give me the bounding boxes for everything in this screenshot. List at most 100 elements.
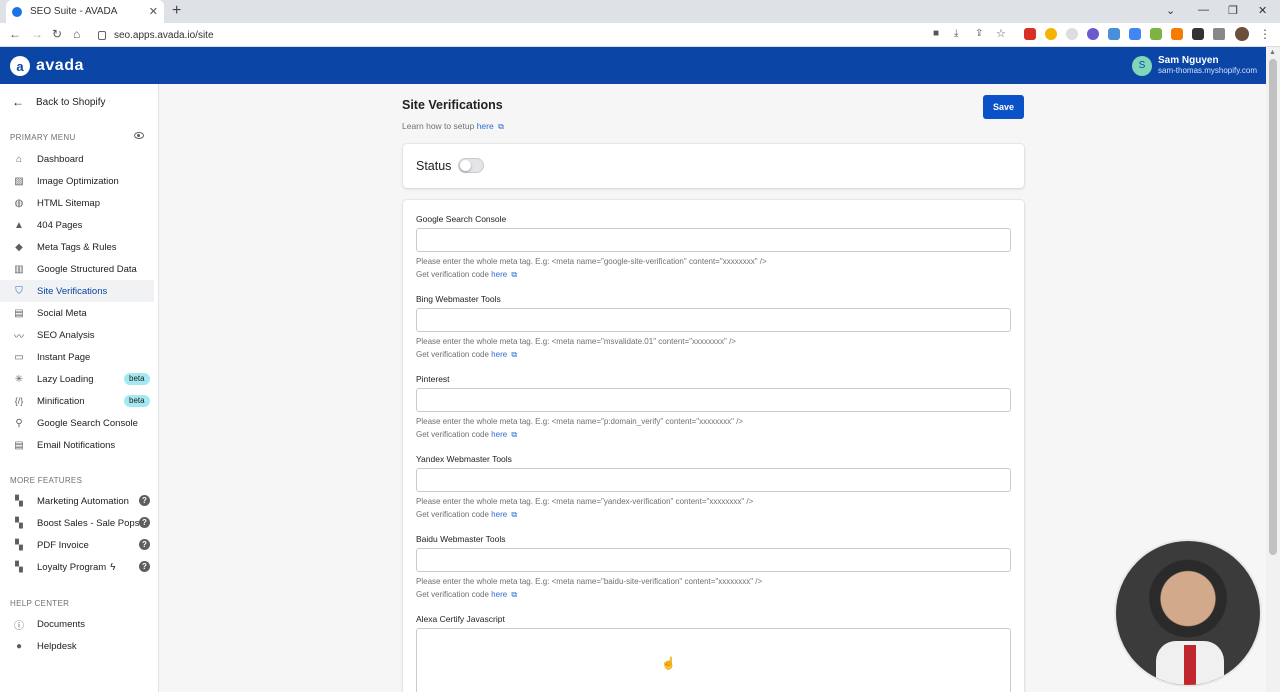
sidebar-item-label: Image Optimization	[37, 175, 119, 187]
logo-text: avada	[36, 57, 84, 74]
forward-arrow-icon[interactable]: →	[31, 27, 43, 41]
baidu-webmaster-label: Baidu Webmaster Tools	[416, 534, 506, 544]
alexa-certify-label: Alexa Certify Javascript	[416, 614, 505, 624]
help-icon[interactable]: ?	[139, 539, 150, 550]
sidebar-item-image-optimization[interactable]: ▨ Image Optimization	[0, 170, 154, 192]
home-icon: ⌂	[15, 153, 23, 165]
new-tab-icon[interactable]: +	[172, 3, 181, 19]
yandex-webmaster-input[interactable]	[416, 468, 1011, 492]
extension-dark-icon[interactable]	[1192, 28, 1204, 40]
webcam-tie	[1184, 645, 1196, 685]
sidebar-item-google-search-console[interactable]: ⚲ Google Search Console	[0, 412, 154, 434]
extension-gear-icon[interactable]	[1087, 28, 1099, 40]
extension-green-icon[interactable]	[1150, 28, 1162, 40]
sidebar-item-seo-analysis[interactable]: 〰 SEO Analysis	[0, 324, 154, 346]
help-icon[interactable]: ?	[139, 495, 150, 506]
browser-menu-icon[interactable]: ⋮	[1259, 27, 1271, 41]
search-icon: ⚲	[15, 417, 23, 429]
scrollbar-thumb[interactable]	[1269, 59, 1277, 555]
share-icon[interactable]: ⇪	[975, 27, 983, 41]
back-arrow-icon[interactable]: ←	[9, 27, 21, 41]
pinterest-label: Pinterest	[416, 374, 450, 384]
bookmark-star-icon[interactable]: ☆	[996, 27, 1006, 41]
help-icon[interactable]: ?	[139, 561, 150, 572]
extension-sun-icon[interactable]	[1045, 28, 1057, 40]
google-get-code: Get verification code here ⧉	[416, 268, 517, 281]
sidebar-item-label: Google Search Console	[37, 417, 138, 429]
google-here-link[interactable]: here	[491, 270, 507, 279]
restore-icon[interactable]: ❐	[1228, 4, 1238, 17]
extensions-puzzle-icon[interactable]	[1213, 28, 1225, 40]
browser-tab[interactable]: SEO Suite - AVADA ✕	[6, 0, 164, 23]
apps-icon: ▚	[15, 495, 23, 507]
camera-icon[interactable]: ■	[933, 27, 939, 41]
sidebar-item-email-notifications[interactable]: ▤ Email Notifications	[0, 434, 154, 456]
address-bar[interactable]: seo.apps.avada.io/site	[98, 26, 918, 44]
save-button[interactable]: Save	[983, 95, 1024, 119]
sidebar-item-structured-data[interactable]: ▥ Google Structured Data	[0, 258, 154, 280]
sidebar-item-boost-sales[interactable]: ▚ Boost Sales - Sale Pops ?	[0, 512, 154, 534]
back-to-shopify-link[interactable]: ← Back to Shopify	[12, 95, 105, 109]
pinterest-input[interactable]	[416, 388, 1011, 412]
bing-here-link[interactable]: here	[491, 350, 507, 359]
google-search-console-input[interactable]	[416, 228, 1011, 252]
sidebar-item-dashboard[interactable]: ⌂ Dashboard	[0, 148, 154, 170]
sidebar-item-pdf-invoice[interactable]: ▚ PDF Invoice ?	[0, 534, 154, 556]
help-icon[interactable]: ?	[139, 517, 150, 528]
extension-calendar-icon[interactable]	[1024, 28, 1036, 40]
minimize-icon[interactable]: —	[1198, 4, 1209, 16]
home-icon[interactable]: ⌂	[73, 27, 80, 41]
sidebar-item-lazy-loading[interactable]: ✳ Lazy Loading beta	[0, 368, 154, 390]
help-center-label: HELP CENTER	[10, 599, 70, 608]
sidebar-item-label: Meta Tags & Rules	[37, 241, 117, 253]
extension-screen-icon[interactable]	[1108, 28, 1120, 40]
eye-icon[interactable]	[134, 132, 144, 139]
profile-avatar[interactable]	[1235, 27, 1249, 41]
image-icon: ▨	[14, 175, 24, 187]
extension-translate-icon[interactable]	[1129, 28, 1141, 40]
sidebar-item-404-pages[interactable]: ▲ 404 Pages	[0, 214, 154, 236]
sidebar-item-documents[interactable]: ⓘ Documents	[0, 613, 154, 635]
user-menu[interactable]: S Sam Nguyen sam-thomas.myshopify.com	[1132, 55, 1257, 76]
extension-fox-icon[interactable]	[1171, 28, 1183, 40]
reload-icon[interactable]: ↻	[52, 27, 62, 41]
baidu-get-code: Get verification code here ⧉	[416, 588, 517, 601]
learn-here-link[interactable]: here	[477, 121, 494, 131]
url-text: seo.apps.avada.io/site	[114, 29, 214, 41]
beta-badge: beta	[124, 395, 150, 407]
pinterest-here-link[interactable]: here	[491, 430, 507, 439]
sidebar-item-site-verifications[interactable]: ⛉ Site Verifications	[0, 280, 154, 302]
loading-icon: ✳	[14, 373, 24, 385]
baidu-webmaster-input[interactable]	[416, 548, 1011, 572]
avada-logo[interactable]: a avada	[10, 56, 84, 76]
sidebar-item-helpdesk[interactable]: ● Helpdesk	[0, 635, 154, 657]
tab-close-icon[interactable]: ✕	[149, 5, 158, 18]
sidebar-item-social-meta[interactable]: ▤ Social Meta	[0, 302, 154, 324]
yandex-here-link[interactable]: here	[491, 510, 507, 519]
external-link-icon: ⧉	[511, 350, 518, 359]
google-help-text: Please enter the whole meta tag. E.g: <m…	[416, 257, 767, 266]
sidebar-item-instant-page[interactable]: ▭ Instant Page	[0, 346, 154, 368]
page-scrollbar[interactable]: ▲	[1266, 47, 1280, 692]
status-label: Status	[416, 159, 452, 173]
toggle-knob	[460, 160, 471, 171]
user-avatar: S	[1132, 55, 1152, 76]
sidebar-item-html-sitemap[interactable]: ◍ HTML Sitemap	[0, 192, 154, 214]
sidebar-item-loyalty-program[interactable]: ▚ Loyalty Program ϟ ?	[0, 556, 154, 578]
status-toggle[interactable]	[458, 158, 484, 173]
install-icon[interactable]: ⤓	[954, 27, 958, 41]
baidu-here-link[interactable]: here	[491, 590, 507, 599]
scroll-up-icon[interactable]: ▲	[1269, 49, 1276, 56]
window-close-icon[interactable]: ✕	[1258, 4, 1267, 17]
sidebar-item-meta-tags[interactable]: ◆ Meta Tags & Rules	[0, 236, 154, 258]
sidebar-item-label: PDF Invoice	[37, 539, 89, 551]
bing-webmaster-input[interactable]	[416, 308, 1011, 332]
alexa-certify-textarea[interactable]	[416, 628, 1011, 692]
extension-grey-icon[interactable]	[1066, 28, 1078, 40]
sidebar-item-minification[interactable]: {/} Minification beta	[0, 390, 154, 412]
sidebar-item-marketing-automation[interactable]: ▚ Marketing Automation ?	[0, 490, 154, 512]
pinterest-help-text: Please enter the whole meta tag. E.g: <m…	[416, 417, 744, 426]
sidebar-item-label: Dashboard	[37, 153, 84, 165]
info-icon: ⓘ	[14, 620, 24, 632]
tab-search-icon[interactable]: ⌄	[1166, 4, 1175, 17]
